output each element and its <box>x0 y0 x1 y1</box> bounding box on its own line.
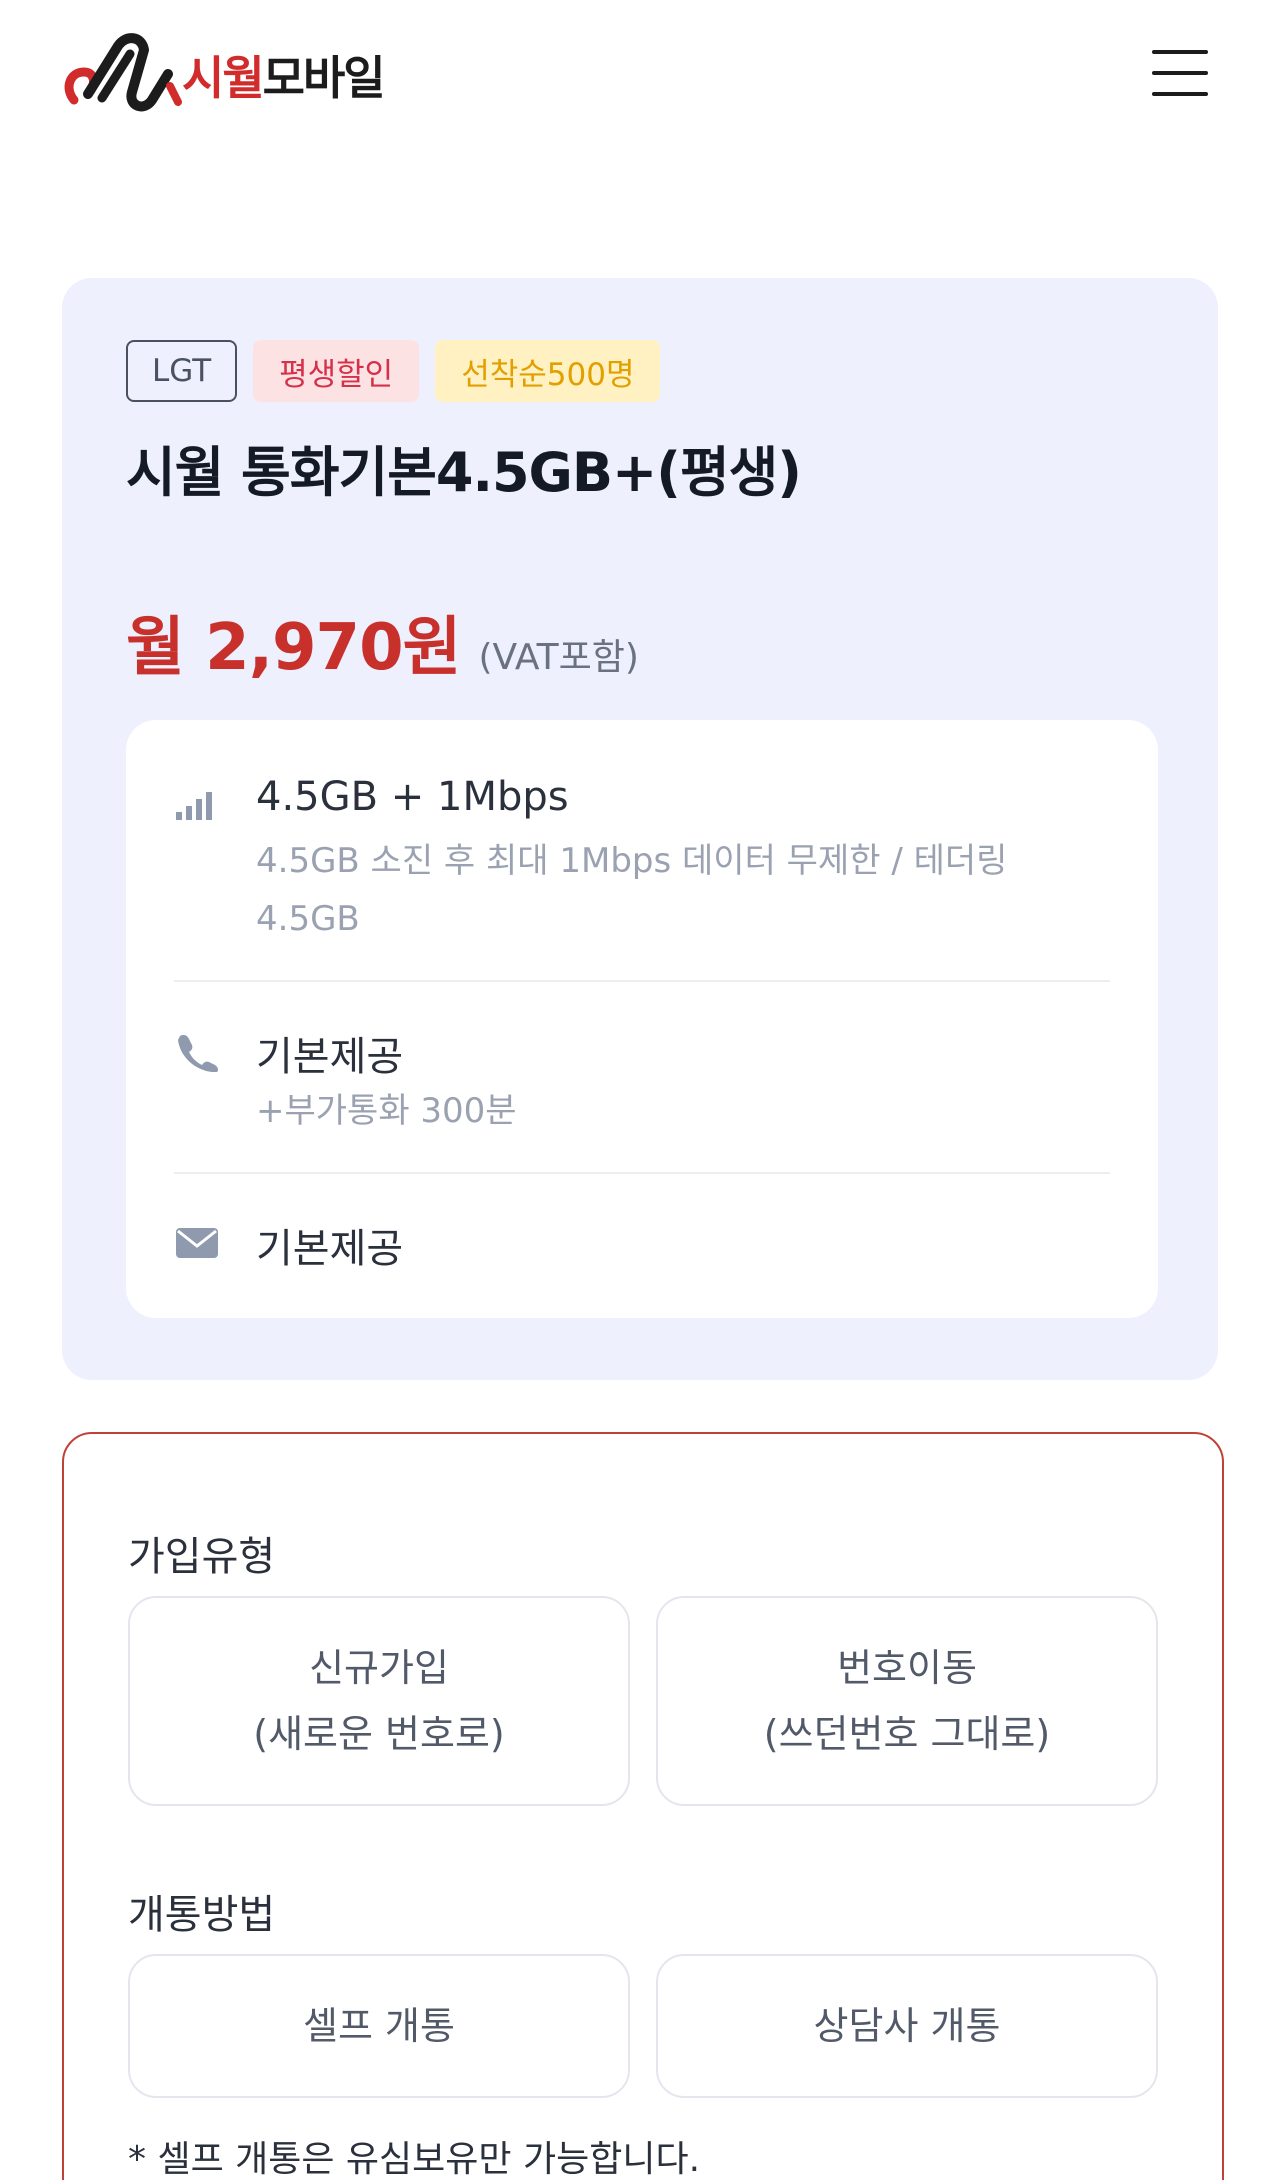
plan-card: LGT 평생할인 선착순500명 시월 통화기본4.5GB+(평생) 월 2,9… <box>62 278 1218 1380</box>
plan-badges: LGT 평생할인 선착순500명 <box>126 340 661 402</box>
envelope-icon <box>176 1228 218 1258</box>
agent-activation-option[interactable]: 상담사 개통 <box>656 1954 1158 2098</box>
vat-note: (VAT포함) <box>478 637 639 678</box>
feature-voice: 기본제공 +부가통화 300분 <box>174 1024 1110 1134</box>
option-line2: (새로운 번호로) <box>253 1712 505 1756</box>
app-header: 시월모바일 <box>0 0 1280 150</box>
feature-divider <box>174 980 1110 982</box>
feature-divider <box>174 1172 1110 1174</box>
first-come-badge: 선착순500명 <box>435 340 661 402</box>
feature-voice-desc: +부가통화 300분 <box>256 1091 517 1131</box>
activation-method-label: 개통방법 <box>128 1892 276 1938</box>
feature-sms: 기본제공 <box>174 1216 1110 1276</box>
self-activation-option[interactable]: 셀프 개통 <box>128 1954 630 2098</box>
monthly-price: 월 2,970원 <box>126 611 461 685</box>
feature-data-title: 4.5GB + 1Mbps <box>256 774 569 820</box>
phone-icon <box>178 1035 219 1072</box>
feature-data-desc: 4.5GB 소진 후 최대 1Mbps 데이터 무제한 / 테더링 4.5GB <box>256 841 1008 939</box>
feature-voice-title: 기본제공 <box>256 1034 404 1080</box>
siwol-logo-icon <box>64 33 182 112</box>
feature-sms-title: 기본제공 <box>256 1226 404 1272</box>
brand-logo[interactable]: 시월모바일 <box>60 28 386 118</box>
brand-name: 시월모바일 <box>182 42 386 108</box>
option-line2: (쓰던번호 그대로) <box>763 1712 1051 1756</box>
subscription-form: 가입유형 신규가입 (새로운 번호로) 번호이동 (쓰던번호 그대로) 개통방법… <box>62 1432 1224 2180</box>
join-type-label: 가입유형 <box>128 1534 276 1580</box>
new-subscription-option[interactable]: 신규가입 (새로운 번호로) <box>128 1596 630 1806</box>
feature-list: 4.5GB + 1Mbps 4.5GB 소진 후 최대 1Mbps 데이터 무제… <box>126 720 1158 1318</box>
number-port-option[interactable]: 번호이동 (쓰던번호 그대로) <box>656 1596 1158 1806</box>
price-row: 월 2,970원 (VAT포함) <box>126 596 639 688</box>
signal-bars-icon <box>176 792 212 820</box>
carrier-badge: LGT <box>126 340 238 402</box>
brand-name-dark: 모바일 <box>262 51 386 105</box>
option-line1: 신규가입 <box>309 1646 449 1690</box>
self-activation-note: * 셀프 개통은 유심보유만 가능합니다. <box>128 2139 701 2180</box>
option-line1: 번호이동 <box>837 1646 977 1690</box>
plan-title: 시월 통화기본4.5GB+(평생) <box>126 441 802 504</box>
brand-name-red: 시월 <box>182 51 265 105</box>
feature-data: 4.5GB + 1Mbps 4.5GB 소진 후 최대 1Mbps 데이터 무제… <box>174 774 1110 939</box>
hamburger-menu-icon[interactable] <box>1152 50 1208 98</box>
lifetime-discount-badge: 평생할인 <box>253 340 420 402</box>
